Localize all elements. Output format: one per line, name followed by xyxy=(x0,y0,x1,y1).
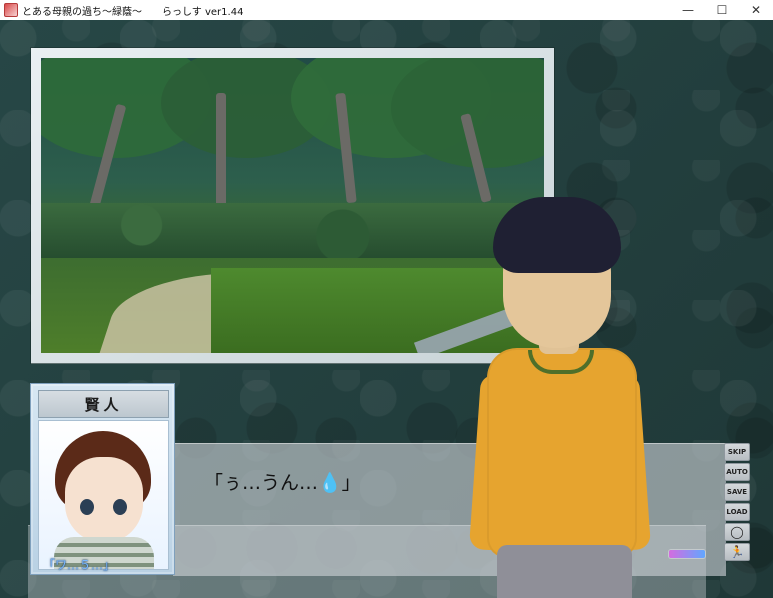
portrait-eye-left xyxy=(80,499,94,515)
title-bar: とある母親の過ち～緑蔭～ らっしす ver1.44 — ☐ ✕ xyxy=(0,0,773,21)
portrait-face xyxy=(65,457,143,543)
minimize-button[interactable]: — xyxy=(671,0,705,20)
side-menu: SKIP AUTO SAVE LOAD ◯ 🏃 xyxy=(724,443,750,593)
speaker-portrait xyxy=(38,420,169,570)
speaker-name: 賢人 xyxy=(38,390,169,418)
circle-menu-button[interactable]: ◯ xyxy=(724,523,750,541)
game-canvas: 賢人 「ワ…５…」 「ぅ…うん…💧」 SKIP AUTO SAVE LOAD ◯… xyxy=(0,20,773,598)
window-title: とある母親の過ち～緑蔭～ らっしす ver1.44 xyxy=(22,6,244,18)
portrait-eye-right xyxy=(113,499,127,515)
auto-button[interactable]: AUTO xyxy=(724,463,750,481)
character-pants xyxy=(497,545,632,598)
window-controls: — ☐ ✕ xyxy=(671,0,773,20)
game-window: とある母親の過ち～緑蔭～ らっしす ver1.44 — ☐ ✕ 賢人 「ワ…５…… xyxy=(0,0,773,598)
dialogue-text: 「ぅ…うん…💧」 xyxy=(204,472,361,494)
next-page-indicator[interactable] xyxy=(669,550,705,558)
tree-trunk xyxy=(216,93,226,218)
close-button[interactable]: ✕ xyxy=(739,0,773,20)
portrait-status-label: 「ワ…５…」 xyxy=(43,558,116,572)
hedge xyxy=(41,203,544,258)
running-person-icon: 🏃 xyxy=(729,545,745,559)
exit-button[interactable]: 🏃 xyxy=(724,543,750,561)
scene-background xyxy=(41,58,544,353)
save-button[interactable]: SAVE xyxy=(724,483,750,501)
circle-icon: ◯ xyxy=(730,525,744,539)
character-body xyxy=(487,348,637,558)
character-sprite xyxy=(468,185,665,598)
character-hair xyxy=(493,197,621,273)
load-button[interactable]: LOAD xyxy=(724,503,750,521)
maximize-button[interactable]: ☐ xyxy=(705,0,739,20)
skip-button[interactable]: SKIP xyxy=(724,443,750,461)
speaker-portrait-frame: 賢人 「ワ…５…」 xyxy=(30,383,175,575)
app-icon xyxy=(4,3,18,17)
